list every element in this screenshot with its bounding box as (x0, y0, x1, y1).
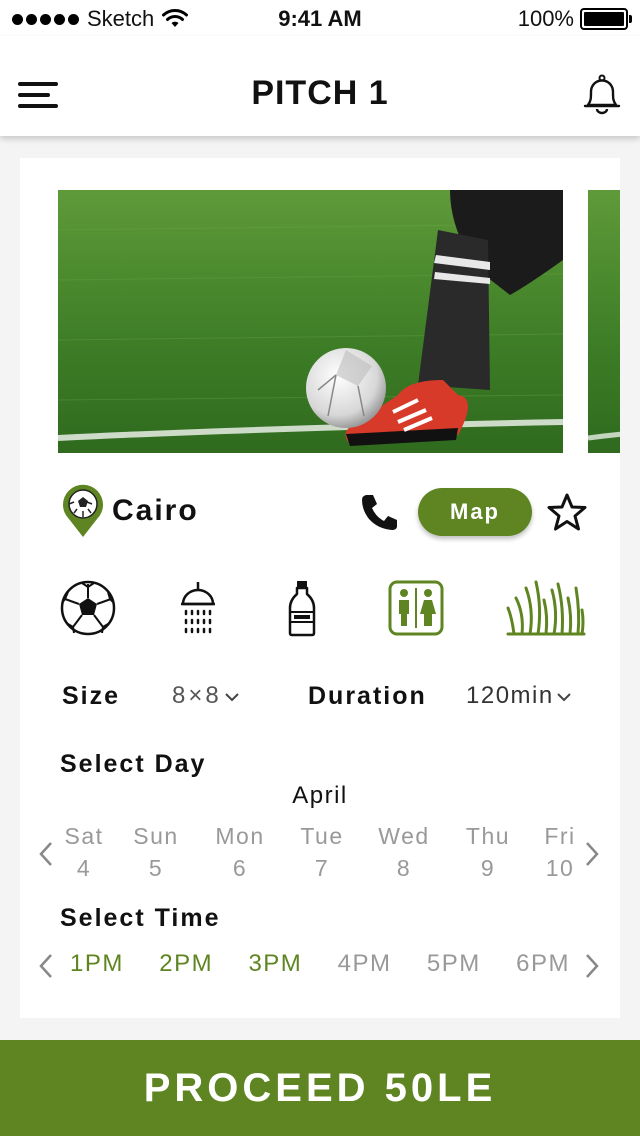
day-date: 6 (232, 855, 248, 881)
size-value: 8×8 (172, 682, 222, 709)
day-option[interactable]: Tue 7 (282, 820, 362, 884)
size-dropdown[interactable]: 8×8 (172, 682, 239, 710)
duration-dropdown[interactable]: 120min (466, 682, 571, 710)
time-option[interactable]: 2PM (159, 950, 213, 978)
time-option[interactable]: 4PM (338, 950, 392, 978)
bell-icon[interactable] (580, 72, 624, 116)
time-option[interactable]: 6PM (516, 950, 570, 978)
day-date: 10 (545, 855, 575, 881)
day-option[interactable]: Wed 8 (364, 820, 444, 884)
chevron-down-icon (557, 692, 571, 702)
day-date: 5 (148, 855, 164, 881)
day-name: Tue (300, 823, 344, 849)
time-next-arrow[interactable] (582, 952, 602, 980)
duration-label: Duration (308, 682, 427, 710)
time-option[interactable]: 5PM (427, 950, 481, 978)
water-bottle-icon (288, 581, 316, 637)
day-name: Sun (133, 823, 179, 849)
location: Cairo (60, 483, 199, 539)
shower-icon (181, 582, 215, 634)
day-option[interactable]: Sun 5 (116, 820, 196, 884)
location-name: Cairo (112, 494, 199, 527)
status-bar: Sketch 9:41 AM 100% (0, 0, 640, 36)
month-label: April (292, 782, 348, 809)
size-label: Size (62, 682, 121, 710)
time-prev-arrow[interactable] (36, 952, 56, 980)
day-option[interactable]: Sat 4 (44, 820, 124, 884)
day-option[interactable]: Fri 10 (520, 820, 600, 884)
day-option[interactable]: Thu 9 (448, 820, 528, 884)
page-title: PITCH 1 (251, 74, 389, 112)
day-date: 7 (314, 855, 330, 881)
battery-icon (580, 8, 632, 30)
duration-value: 120min (466, 682, 554, 709)
day-name: Sat (64, 823, 104, 849)
day-name: Fri (544, 823, 576, 849)
battery-group: 100% (517, 6, 632, 32)
time-picker: 1PM 2PM 3PM 4PM 5PM 6PM (70, 950, 570, 978)
favorite-star-icon[interactable] (546, 492, 588, 532)
restroom-icon (388, 580, 444, 636)
day-option[interactable]: Mon 6 (200, 820, 280, 884)
time-option[interactable]: 1PM (70, 950, 124, 978)
time-option[interactable]: 3PM (248, 950, 302, 978)
chevron-down-icon (225, 692, 239, 702)
pitch-photo[interactable] (58, 190, 563, 453)
day-name: Mon (215, 823, 265, 849)
day-date: 8 (396, 855, 412, 881)
select-time-title: Select Time (60, 904, 221, 932)
location-pin-icon (63, 484, 103, 537)
day-name: Thu (465, 823, 511, 849)
day-name: Wed (378, 823, 430, 849)
battery-percent: 100% (517, 6, 574, 31)
football-icon (60, 580, 116, 636)
pitch-card: Cairo Map Size 8×8 Duration 120min Selec… (20, 158, 620, 1018)
next-pitch-photo[interactable] (588, 190, 620, 453)
day-date: 9 (480, 855, 496, 881)
proceed-button[interactable]: PROCEED 50LE (0, 1040, 640, 1136)
select-day-title: Select Day (60, 750, 207, 778)
map-button[interactable]: Map (418, 488, 532, 536)
nav-bar: PITCH 1 (0, 36, 640, 136)
phone-icon[interactable] (360, 492, 400, 532)
day-date: 4 (76, 855, 92, 881)
grass-icon (506, 580, 586, 636)
